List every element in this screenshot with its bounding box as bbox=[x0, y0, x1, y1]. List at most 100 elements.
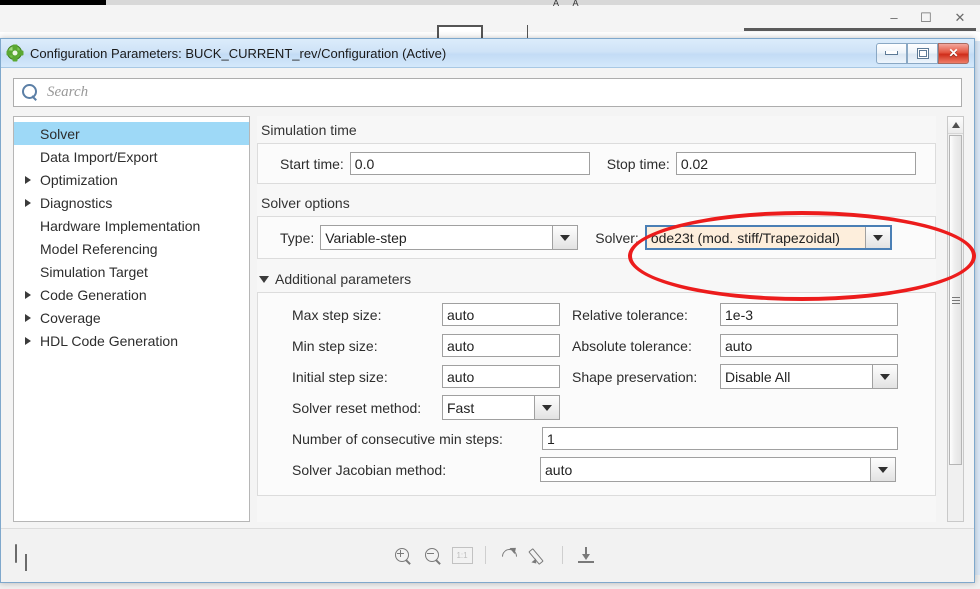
dialog-body: Solver Data Import/Export Optimization D… bbox=[1, 116, 974, 527]
background-maximize-button[interactable]: ☐ bbox=[916, 9, 936, 27]
solver-reset-method-combobox[interactable]: Fast bbox=[442, 395, 560, 420]
sidebar-item-data-import-export[interactable]: Data Import/Export bbox=[14, 145, 249, 168]
sidebar-item-hdl-code-generation[interactable]: HDL Code Generation bbox=[14, 329, 249, 352]
consecutive-min-steps-row: Number of consecutive min steps: 1 bbox=[258, 423, 935, 454]
background-minimize-button[interactable]: – bbox=[884, 9, 904, 27]
zoom-out-icon bbox=[424, 547, 441, 565]
solver-options-row: Type: Variable-step Solver: ode23t (mod.… bbox=[268, 225, 925, 250]
chevron-down-icon[interactable] bbox=[552, 226, 578, 249]
solver-jacobian-method-value: auto bbox=[545, 461, 573, 478]
chevron-right-icon[interactable] bbox=[20, 175, 36, 184]
zoom-in-icon bbox=[394, 547, 411, 565]
sidebar-item-coverage[interactable]: Coverage bbox=[14, 306, 249, 329]
chevron-down-icon[interactable] bbox=[864, 227, 890, 248]
sidebar-item-hardware-implementation[interactable]: Hardware Implementation bbox=[14, 214, 249, 237]
max-step-size-row: Max step size: auto Relative tolerance: … bbox=[258, 299, 935, 330]
maximize-button[interactable] bbox=[907, 42, 938, 64]
type-label: Type: bbox=[280, 229, 315, 246]
sidebar-item-model-referencing[interactable]: Model Referencing bbox=[14, 237, 249, 260]
download-button[interactable] bbox=[571, 542, 601, 568]
solver-options-group: Type: Variable-step Solver: ode23t (mod.… bbox=[257, 216, 936, 259]
solver-reset-method-label: Solver reset method: bbox=[292, 399, 422, 416]
window-button-group: ✕ bbox=[876, 42, 969, 64]
redo-icon bbox=[498, 544, 520, 567]
chevron-right-icon[interactable] bbox=[20, 198, 36, 207]
sidebar-item-label: Hardware Implementation bbox=[40, 217, 201, 234]
solver-combobox[interactable]: ode23t (mod. stiff/Trapezoidal) bbox=[644, 225, 892, 250]
panel-layout-button[interactable] bbox=[15, 544, 37, 571]
zoom-out-button[interactable] bbox=[417, 542, 447, 568]
sidebar-item-code-generation[interactable]: Code Generation bbox=[14, 283, 249, 306]
sidebar-item-solver[interactable]: Solver bbox=[14, 122, 249, 145]
min-step-size-input[interactable]: auto bbox=[442, 334, 560, 357]
solver-reset-method-value: Fast bbox=[447, 399, 475, 416]
solver-reset-method-row: Solver reset method: Fast bbox=[258, 392, 935, 423]
scroll-up-arrow[interactable] bbox=[948, 117, 963, 134]
chevron-down-icon bbox=[259, 275, 269, 283]
dialog-titlebar[interactable]: Configuration Parameters: BUCK_CURRENT_r… bbox=[1, 39, 974, 68]
sidebar-item-label: Coverage bbox=[40, 309, 101, 326]
solver-options-title: Solver options bbox=[261, 195, 350, 211]
shape-preservation-value: Disable All bbox=[725, 368, 791, 385]
chevron-right-icon[interactable] bbox=[20, 336, 36, 345]
download-icon bbox=[578, 546, 595, 564]
sidebar-item-diagnostics[interactable]: Diagnostics bbox=[14, 191, 249, 214]
chevron-down-icon[interactable] bbox=[534, 396, 559, 419]
initial-step-size-row: Initial step size: auto Shape preservati… bbox=[258, 361, 935, 392]
sidebar-item-label: Solver bbox=[40, 125, 80, 142]
sidebar-item-simulation-target[interactable]: Simulation Target bbox=[14, 260, 249, 283]
search-area: Search bbox=[1, 68, 974, 116]
actual-size-button[interactable]: 1:1 bbox=[447, 542, 477, 568]
sidebar-item-label: Model Referencing bbox=[40, 240, 158, 257]
sidebar-item-label: Diagnostics bbox=[40, 194, 113, 211]
background-close-button[interactable]: ✕ bbox=[950, 9, 970, 27]
sidebar-item-label: HDL Code Generation bbox=[40, 332, 179, 349]
edit-button[interactable] bbox=[524, 542, 554, 568]
dialog-title: Configuration Parameters: BUCK_CURRENT_r… bbox=[30, 45, 447, 61]
additional-parameters-group: Max step size: auto Relative tolerance: … bbox=[257, 292, 936, 496]
toolbar-divider bbox=[485, 546, 486, 564]
configuration-parameters-dialog: Configuration Parameters: BUCK_CURRENT_r… bbox=[0, 38, 975, 583]
actual-size-icon: 1:1 bbox=[451, 546, 473, 564]
bottom-toolbar: 1:1 bbox=[1, 528, 974, 582]
additional-parameters-toggle[interactable]: Additional parameters bbox=[259, 271, 936, 287]
solver-value: ode23t (mod. stiff/Trapezoidal) bbox=[646, 227, 865, 248]
consecutive-min-steps-input[interactable]: 1 bbox=[542, 427, 898, 450]
search-input[interactable]: Search bbox=[13, 78, 962, 107]
stop-time-input[interactable]: 0.02 bbox=[675, 152, 916, 175]
sidebar-item-optimization[interactable]: Optimization bbox=[14, 168, 249, 191]
chevron-down-icon[interactable] bbox=[870, 458, 895, 481]
max-step-size-input[interactable]: auto bbox=[442, 303, 560, 326]
chevron-right-icon[interactable] bbox=[20, 313, 36, 322]
gear-icon bbox=[7, 45, 23, 61]
min-step-size-row: Min step size: auto Absolute tolerance: … bbox=[258, 330, 935, 361]
sidebar-item-label: Simulation Target bbox=[40, 263, 148, 280]
close-icon: ✕ bbox=[948, 45, 959, 60]
solver-jacobian-method-combobox[interactable]: auto bbox=[540, 457, 896, 482]
chevron-right-icon[interactable] bbox=[20, 290, 36, 299]
consecutive-min-steps-label: Number of consecutive min steps: bbox=[292, 430, 503, 447]
minimize-button[interactable] bbox=[876, 42, 907, 64]
scrollbar-thumb[interactable] bbox=[949, 135, 962, 465]
shape-preservation-combobox[interactable]: Disable All bbox=[720, 364, 898, 389]
settings-content-pane: Simulation time Start time: 0.0 Stop tim… bbox=[257, 116, 936, 522]
type-combobox[interactable]: Variable-step bbox=[320, 225, 579, 250]
settings-tree[interactable]: Solver Data Import/Export Optimization D… bbox=[13, 116, 250, 522]
start-time-label: Start time: bbox=[280, 155, 344, 172]
close-button[interactable]: ✕ bbox=[938, 42, 969, 64]
additional-parameters-title: Additional parameters bbox=[275, 271, 412, 287]
absolute-tolerance-input[interactable]: auto bbox=[720, 334, 898, 357]
sidebar-item-label: Optimization bbox=[40, 171, 118, 188]
start-time-input[interactable]: 0.0 bbox=[349, 152, 590, 175]
toolbar-divider bbox=[562, 546, 563, 564]
redo-button[interactable] bbox=[494, 542, 524, 568]
relative-tolerance-label: Relative tolerance: bbox=[572, 306, 688, 323]
initial-step-size-input[interactable]: auto bbox=[442, 365, 560, 388]
edit-pencil-icon bbox=[527, 547, 548, 565]
vertical-scrollbar[interactable] bbox=[947, 116, 964, 522]
zoom-in-button[interactable] bbox=[387, 542, 417, 568]
initial-step-size-label: Initial step size: bbox=[292, 368, 388, 385]
chevron-down-icon[interactable] bbox=[872, 365, 897, 388]
shape-preservation-label: Shape preservation: bbox=[572, 368, 698, 385]
relative-tolerance-input[interactable]: 1e-3 bbox=[720, 303, 898, 326]
